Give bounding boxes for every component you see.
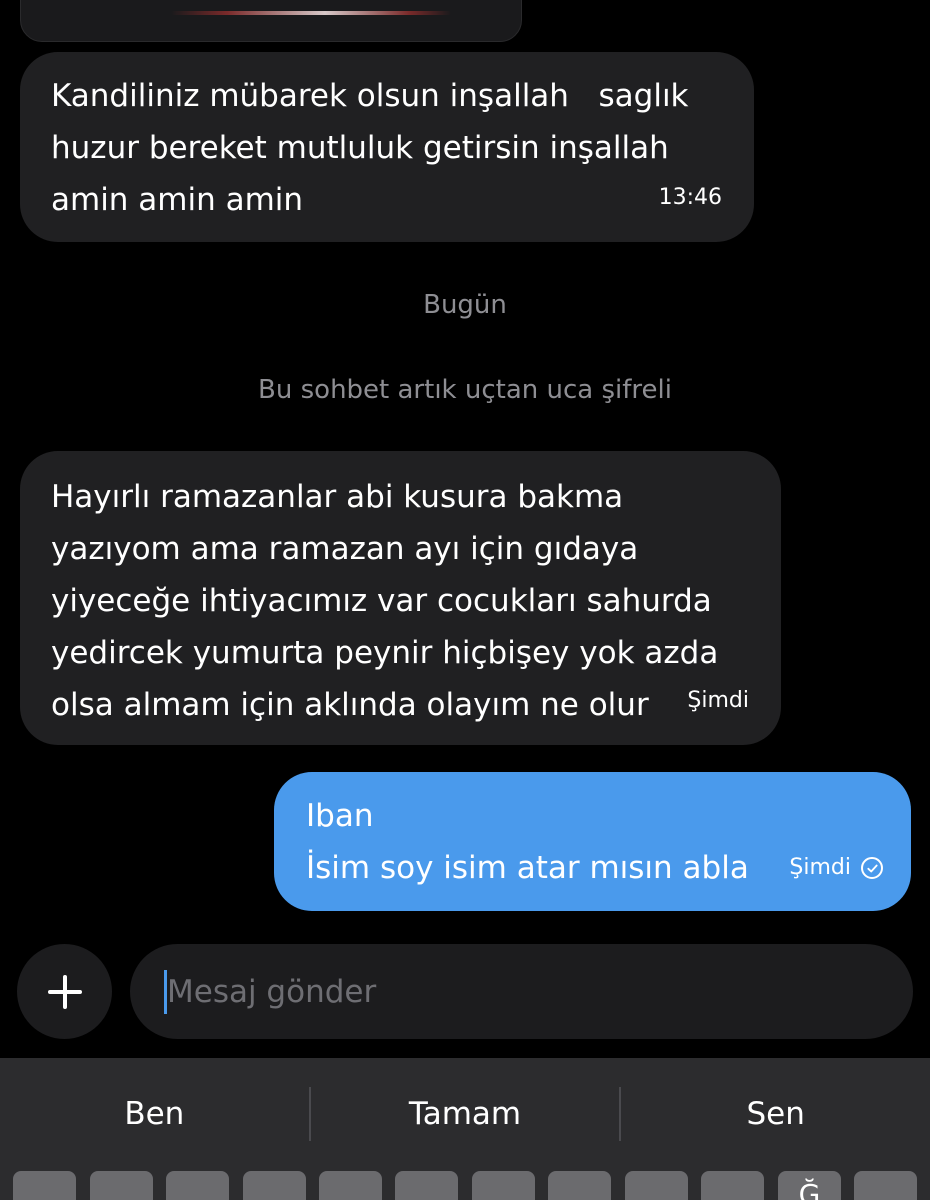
- add-attachment-button[interactable]: [17, 944, 112, 1039]
- suggestion-ben[interactable]: Ben: [0, 1058, 309, 1170]
- keyboard-key[interactable]: [395, 1171, 458, 1200]
- message-text-line: olsa almam için aklında olayım ne olur: [51, 687, 649, 723]
- message-input[interactable]: Mesaj gönder: [130, 944, 913, 1039]
- plus-icon: [47, 974, 82, 1009]
- keyboard-key[interactable]: [166, 1171, 229, 1200]
- incoming-message-bubble[interactable]: Hayırlı ramazanlar abi kusura bakma yazı…: [20, 451, 781, 745]
- keyboard-top-row: Ğ: [13, 1171, 930, 1200]
- keyboard-key[interactable]: [13, 1171, 76, 1200]
- keyboard-key[interactable]: [472, 1171, 535, 1200]
- message-text-line: amin amin amin: [51, 182, 304, 218]
- keyboard: Ben Tamam Sen Ğ: [0, 1058, 930, 1200]
- message-timestamp: Şimdi: [789, 855, 851, 880]
- media-preview-highlight: [171, 11, 451, 15]
- message-text-line: yiyeceğe ihtiyacımız var cocukları sahur…: [51, 583, 712, 619]
- incoming-message-bubble[interactable]: Kandiliniz mübarek olsun inşallah saglık…: [20, 52, 754, 242]
- message-text-line: Iban: [306, 798, 374, 834]
- date-separator: Bugün: [423, 290, 507, 320]
- message-text-line: yedircek yumurta peynir hiçbişey yok azd…: [51, 635, 719, 671]
- message-text-line: yazıyom ama ramazan ayı için gıdaya: [51, 531, 639, 567]
- message-text-line: Hayırlı ramazanlar abi kusura bakma: [51, 479, 624, 515]
- encryption-notice[interactable]: Bu sohbet artık uçtan uca şifreli: [0, 375, 930, 405]
- keyboard-key[interactable]: [90, 1171, 153, 1200]
- keyboard-key[interactable]: [548, 1171, 611, 1200]
- sent-check-circle-icon: [861, 857, 883, 879]
- keyboard-key[interactable]: [319, 1171, 382, 1200]
- message-text-line: huzur bereket mutluluk getirsin inşallah: [51, 130, 669, 166]
- message-timestamp: Şimdi: [687, 688, 749, 713]
- suggestion-sen[interactable]: Sen: [621, 1058, 930, 1170]
- keyboard-suggestion-bar: Ben Tamam Sen: [0, 1058, 930, 1170]
- message-status: Şimdi: [789, 842, 883, 894]
- message-timestamp: 13:46: [658, 185, 722, 210]
- keyboard-key[interactable]: [701, 1171, 764, 1200]
- keyboard-key[interactable]: [243, 1171, 306, 1200]
- chat-screen: Kandiliniz mübarek olsun inşallah saglık…: [0, 0, 930, 1200]
- keyboard-key[interactable]: [625, 1171, 688, 1200]
- message-input-placeholder: Mesaj gönder: [167, 973, 377, 1010]
- outgoing-message-bubble[interactable]: Iban İsim soy isim atar mısın abla Şimdi: [274, 772, 911, 911]
- message-text-line: Kandiliniz mübarek olsun inşallah saglık: [51, 78, 689, 114]
- suggestion-tamam[interactable]: Tamam: [311, 1058, 620, 1170]
- keyboard-key[interactable]: [854, 1171, 917, 1200]
- keyboard-key-g-breve[interactable]: Ğ: [778, 1171, 841, 1200]
- previous-media-message[interactable]: [20, 0, 522, 42]
